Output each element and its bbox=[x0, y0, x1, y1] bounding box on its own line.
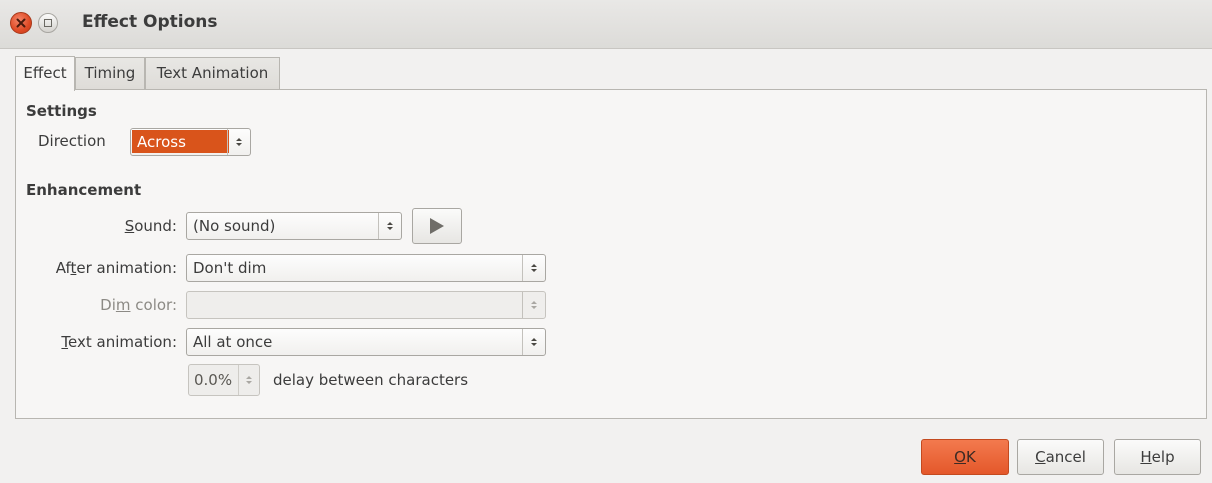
ok-mnemonic: O bbox=[954, 448, 966, 466]
dim-color-label: Dim color: bbox=[20, 296, 177, 314]
direction-value: Across bbox=[132, 130, 229, 153]
after-animation-value: Don't dim bbox=[193, 259, 267, 277]
sound-label-text: ound: bbox=[134, 217, 177, 235]
title-bar: Effect Options bbox=[0, 0, 1212, 49]
spinner-arrows-icon bbox=[387, 222, 393, 230]
help-button[interactable]: Help bbox=[1114, 439, 1201, 475]
delay-value: 0.0% bbox=[194, 371, 233, 389]
window-title: Effect Options bbox=[82, 12, 218, 32]
maximize-button[interactable] bbox=[38, 13, 58, 33]
delay-spinfield: 0.0% bbox=[188, 364, 260, 396]
after-animation-label: After animation: bbox=[20, 259, 177, 277]
direction-spin[interactable] bbox=[227, 129, 250, 155]
spinner-arrows-icon bbox=[246, 376, 252, 384]
dim-color-select bbox=[186, 291, 546, 319]
sound-label: Sound: bbox=[20, 217, 177, 235]
ok-button[interactable]: OK bbox=[921, 439, 1009, 475]
cancel-button[interactable]: Cancel bbox=[1017, 439, 1104, 475]
maximize-icon bbox=[44, 19, 52, 27]
text-animation-label: Text animation: bbox=[20, 333, 177, 351]
after-animation-select[interactable]: Don't dim bbox=[186, 254, 546, 282]
ok-text: K bbox=[965, 448, 976, 466]
close-icon bbox=[16, 18, 26, 28]
spinner-arrows-icon bbox=[531, 301, 537, 309]
play-icon bbox=[430, 218, 444, 234]
sound-label-mnemonic: S bbox=[124, 217, 135, 235]
help-mnemonic: H bbox=[1140, 448, 1152, 466]
tab-effect[interactable]: Effect bbox=[15, 56, 75, 91]
tab-timing[interactable]: Timing bbox=[75, 57, 145, 89]
close-button[interactable] bbox=[10, 12, 32, 34]
sound-spin[interactable] bbox=[378, 213, 401, 239]
text-animation-spin[interactable] bbox=[522, 329, 545, 355]
spinner-arrows-icon bbox=[531, 338, 537, 346]
dim-color-spin bbox=[522, 292, 545, 318]
direction-select[interactable]: Across bbox=[130, 128, 251, 156]
text-animation-select[interactable]: All at once bbox=[186, 328, 546, 356]
delay-spin bbox=[238, 365, 259, 395]
cancel-mnemonic: C bbox=[1035, 448, 1046, 466]
spinner-arrows-icon bbox=[531, 264, 537, 272]
after-animation-spin[interactable] bbox=[522, 255, 545, 281]
settings-heading: Settings bbox=[26, 102, 97, 120]
cancel-text: ancel bbox=[1045, 448, 1086, 466]
dim-label-text-rest: color: bbox=[130, 296, 177, 314]
play-button[interactable] bbox=[412, 208, 462, 244]
help-text: elp bbox=[1151, 448, 1175, 466]
enhancement-heading: Enhancement bbox=[26, 181, 142, 199]
tab-text-animation[interactable]: Text Animation bbox=[145, 57, 280, 89]
text-label-text: ext animation: bbox=[68, 333, 177, 351]
spinner-arrows-icon bbox=[236, 138, 242, 146]
dim-label-mnemonic: m bbox=[115, 296, 131, 314]
sound-value: (No sound) bbox=[193, 217, 276, 235]
effect-options-dialog: Effect Options Effect Timing Text Animat… bbox=[0, 0, 1212, 483]
dim-label-text-a: Di bbox=[100, 296, 116, 314]
sound-select[interactable]: (No sound) bbox=[186, 212, 402, 240]
direction-label: Direction bbox=[38, 132, 106, 150]
text-animation-value: All at once bbox=[193, 333, 273, 351]
after-label-text-a: Af bbox=[55, 259, 71, 277]
after-label-text-rest: er animation: bbox=[76, 259, 177, 277]
delay-label: delay between characters bbox=[273, 371, 469, 389]
